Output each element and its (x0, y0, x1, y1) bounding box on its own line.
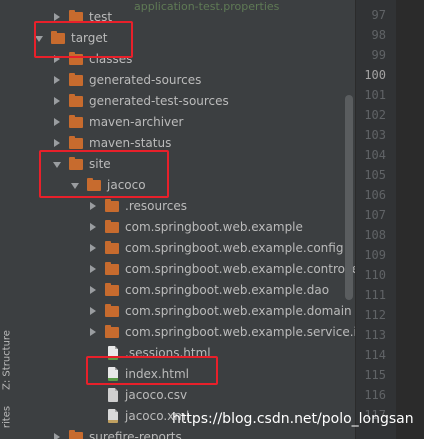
ide-window: Z: Structure rites application-test.prop… (0, 0, 424, 439)
tree-item[interactable]: jacoco.csv (14, 385, 355, 406)
tree-item-label: jacoco.csv (125, 388, 188, 402)
tree-item-label: com.springboot.web.example (125, 220, 303, 234)
tree-scrollbar[interactable] (345, 95, 353, 300)
structure-tab-label: Z: Structure (1, 330, 13, 390)
collapsed-arrow-icon[interactable] (54, 433, 60, 439)
line-number: 106 (364, 188, 386, 202)
folder-icon (105, 262, 119, 275)
favorites-tab-label: rites (1, 405, 13, 429)
line-number: 105 (364, 168, 386, 182)
line-number: 97 (371, 8, 386, 22)
tree-item-label: maven-status (89, 136, 172, 150)
tree-item-label: surefire-reports (89, 430, 182, 439)
xml-file-icon (108, 409, 118, 423)
tree-item-label: com.springboot.web.example.service.im (125, 325, 355, 339)
folder-icon (105, 283, 119, 296)
folder-icon (69, 94, 83, 107)
collapsed-arrow-icon[interactable] (54, 13, 60, 21)
tree-item[interactable]: com.springboot.web.example.dao (14, 280, 355, 301)
favorites-tab[interactable]: rites (0, 395, 14, 439)
tree-item-label: .resources (125, 199, 187, 213)
folder-icon (69, 136, 83, 149)
target-highlight-box (34, 21, 133, 58)
folder-icon (69, 73, 83, 86)
line-number: 103 (364, 128, 386, 142)
collapsed-arrow-icon[interactable] (90, 223, 96, 231)
collapsed-arrow-icon[interactable] (90, 286, 96, 294)
tree-item[interactable]: com.springboot.web.example.domain (14, 301, 355, 322)
line-number: 111 (364, 288, 386, 302)
tree-item[interactable]: maven-archiver (14, 112, 355, 133)
tree-item[interactable]: generated-test-sources (14, 91, 355, 112)
line-number: 112 (364, 308, 386, 322)
tree-item-label: generated-sources (89, 73, 202, 87)
editor-area[interactable] (396, 0, 424, 439)
collapsed-arrow-icon[interactable] (54, 76, 60, 84)
tree-item[interactable]: com.springboot.web.example.controller (14, 259, 355, 280)
line-number: 116 (364, 388, 386, 402)
tree-item[interactable]: .resources (14, 196, 355, 217)
folder-icon (69, 115, 83, 128)
tree-item[interactable]: surefire-reports (14, 427, 355, 439)
watermark: https://blog.csdn.net/polo_longsan (172, 411, 414, 427)
line-number: 110 (364, 268, 386, 282)
folder-icon (105, 199, 119, 212)
collapsed-arrow-icon[interactable] (90, 265, 96, 273)
tree-item-label: com.springboot.web.example.controller (125, 262, 355, 276)
collapsed-arrow-icon[interactable] (90, 244, 96, 252)
collapsed-arrow-icon[interactable] (54, 139, 60, 147)
folder-icon (105, 241, 119, 254)
line-number: 109 (364, 248, 386, 262)
collapsed-arrow-icon[interactable] (90, 202, 96, 210)
line-number: 100 (364, 68, 386, 82)
folder-icon (105, 325, 119, 338)
collapsed-arrow-icon[interactable] (54, 118, 60, 126)
line-number: 102 (364, 108, 386, 122)
tree-item[interactable]: generated-sources (14, 70, 355, 91)
collapsed-arrow-icon[interactable] (90, 328, 96, 336)
index-html-highlight-box (86, 356, 218, 385)
tool-window-strip: Z: Structure rites (0, 0, 15, 439)
line-number: 99 (371, 48, 386, 62)
line-number: 114 (364, 348, 386, 362)
folder-icon (69, 430, 83, 439)
line-number: 104 (364, 148, 386, 162)
line-number: 98 (371, 28, 386, 42)
csv-file-icon (108, 388, 118, 402)
tree-item-label: com.springboot.web.example.config (125, 241, 344, 255)
site-highlight-box (39, 150, 169, 198)
line-number: 107 (364, 208, 386, 222)
tree-item-label: com.springboot.web.example.domain (125, 304, 352, 318)
line-number: 101 (364, 88, 386, 102)
tree-item-label: maven-archiver (89, 115, 184, 129)
line-number: 113 (364, 328, 386, 342)
line-number: 108 (364, 228, 386, 242)
line-number: 115 (364, 368, 386, 382)
collapsed-arrow-icon[interactable] (54, 97, 60, 105)
collapsed-arrow-icon[interactable] (90, 307, 96, 315)
tree-item-label: generated-test-sources (89, 94, 229, 108)
folder-icon (105, 304, 119, 317)
tree-item-label: com.springboot.web.example.dao (125, 283, 330, 297)
folder-icon (105, 220, 119, 233)
tree-item[interactable]: com.springboot.web.example.service.im (14, 322, 355, 343)
tree-item[interactable]: com.springboot.web.example (14, 217, 355, 238)
tree-item[interactable]: com.springboot.web.example.config (14, 238, 355, 259)
